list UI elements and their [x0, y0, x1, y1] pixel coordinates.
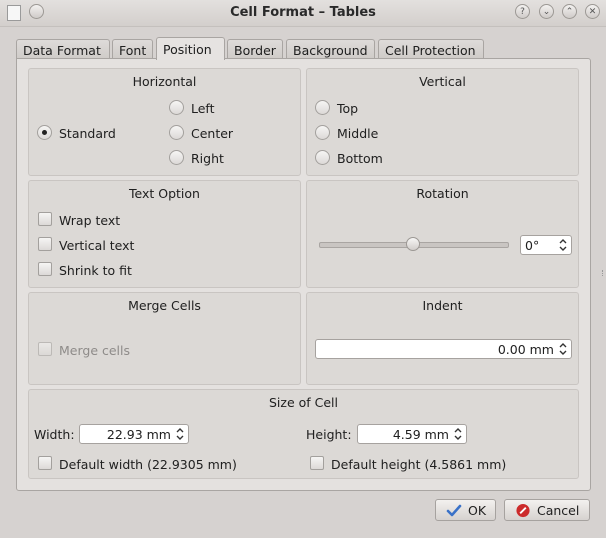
- height-label: Height:: [306, 427, 352, 442]
- default-width-checkbox[interactable]: [38, 456, 52, 470]
- width-label: Width:: [34, 427, 75, 442]
- ok-button[interactable]: OK: [435, 499, 496, 521]
- spinner-arrows-icon[interactable]: [558, 341, 568, 357]
- vertical-title: Vertical: [419, 74, 466, 89]
- text-option-title: Text Option: [129, 186, 200, 201]
- text-option-group: Text Option Wrap text Vertical text Shri…: [28, 180, 301, 288]
- default-width-label[interactable]: Default width (22.9305 mm): [59, 457, 237, 472]
- bottom-radio[interactable]: [315, 150, 330, 165]
- ok-label: OK: [468, 503, 487, 518]
- horizontal-title: Horizontal: [132, 74, 197, 89]
- middle-radio[interactable]: [315, 125, 330, 140]
- width-spinbox[interactable]: 22.93 mm: [79, 424, 189, 444]
- wrap-text-label[interactable]: Wrap text: [59, 213, 120, 228]
- wrap-text-checkbox[interactable]: [38, 212, 52, 226]
- rotation-slider-handle[interactable]: [406, 237, 420, 251]
- height-value[interactable]: 4.59 mm: [393, 427, 449, 442]
- right-label[interactable]: Right: [191, 151, 224, 166]
- cancel-label: Cancel: [537, 503, 580, 518]
- size-of-cell-title: Size of Cell: [268, 395, 339, 410]
- bottom-label[interactable]: Bottom: [337, 151, 383, 166]
- standard-label[interactable]: Standard: [59, 126, 116, 141]
- tab-data-format[interactable]: Data Format: [16, 39, 110, 59]
- rotation-group: Rotation 0°: [306, 180, 579, 288]
- default-height-checkbox[interactable]: [310, 456, 324, 470]
- title-bar: Cell Format – Tables ? ⌄ ⌃ ✕: [0, 0, 606, 27]
- top-radio[interactable]: [315, 100, 330, 115]
- merge-cells-group: Merge Cells Merge cells: [28, 292, 301, 385]
- minimize-button[interactable]: ⌄: [539, 4, 554, 19]
- vertical-group: Vertical Top Middle Bottom: [306, 68, 579, 176]
- indent-title: Indent: [422, 298, 463, 313]
- rotation-value[interactable]: 0°: [525, 238, 539, 253]
- merge-cells-checkbox: [38, 342, 52, 356]
- indent-spinbox[interactable]: 0.00 mm: [315, 339, 572, 359]
- position-tab-panel: Horizontal Standard Left Center Right Ve…: [16, 58, 591, 491]
- rotation-title: Rotation: [416, 186, 469, 201]
- tab-font[interactable]: Font: [112, 39, 153, 59]
- tab-position[interactable]: Position: [156, 37, 225, 60]
- tab-cell-protection[interactable]: Cell Protection: [378, 39, 484, 59]
- spinner-arrows-icon[interactable]: [175, 426, 185, 442]
- close-button[interactable]: ✕: [585, 4, 600, 19]
- size-of-cell-group: Size of Cell Width: 22.93 mm Height: 4.5…: [28, 389, 579, 479]
- tab-border[interactable]: Border: [227, 39, 283, 59]
- resize-grip[interactable]: [602, 270, 606, 276]
- vertical-text-label[interactable]: Vertical text: [59, 238, 134, 253]
- cancel-button[interactable]: Cancel: [504, 499, 590, 521]
- spinner-arrows-icon[interactable]: [558, 237, 568, 253]
- top-label[interactable]: Top: [337, 101, 358, 116]
- indent-group: Indent 0.00 mm: [306, 292, 579, 385]
- checkmark-icon: [446, 504, 462, 517]
- cancel-icon: [516, 503, 530, 518]
- standard-radio[interactable]: [37, 125, 52, 140]
- width-value[interactable]: 22.93 mm: [107, 427, 171, 442]
- spinner-arrows-icon[interactable]: [453, 426, 463, 442]
- shrink-to-fit-label[interactable]: Shrink to fit: [59, 263, 132, 278]
- vertical-text-checkbox[interactable]: [38, 237, 52, 251]
- tab-background[interactable]: Background: [286, 39, 375, 59]
- merge-cells-title: Merge Cells: [128, 298, 201, 313]
- rotation-spinbox[interactable]: 0°: [520, 235, 572, 255]
- middle-label[interactable]: Middle: [337, 126, 378, 141]
- height-spinbox[interactable]: 4.59 mm: [357, 424, 467, 444]
- horizontal-group: Horizontal Standard Left Center Right: [28, 68, 301, 176]
- right-radio[interactable]: [169, 150, 184, 165]
- left-label[interactable]: Left: [191, 101, 215, 116]
- left-radio[interactable]: [169, 100, 184, 115]
- default-height-label[interactable]: Default height (4.5861 mm): [331, 457, 506, 472]
- indent-value[interactable]: 0.00 mm: [498, 342, 554, 357]
- center-radio[interactable]: [169, 125, 184, 140]
- center-label[interactable]: Center: [191, 126, 233, 141]
- shrink-to-fit-checkbox[interactable]: [38, 262, 52, 276]
- help-button[interactable]: ?: [515, 4, 530, 19]
- merge-cells-label: Merge cells: [59, 343, 131, 358]
- maximize-button[interactable]: ⌃: [562, 4, 577, 19]
